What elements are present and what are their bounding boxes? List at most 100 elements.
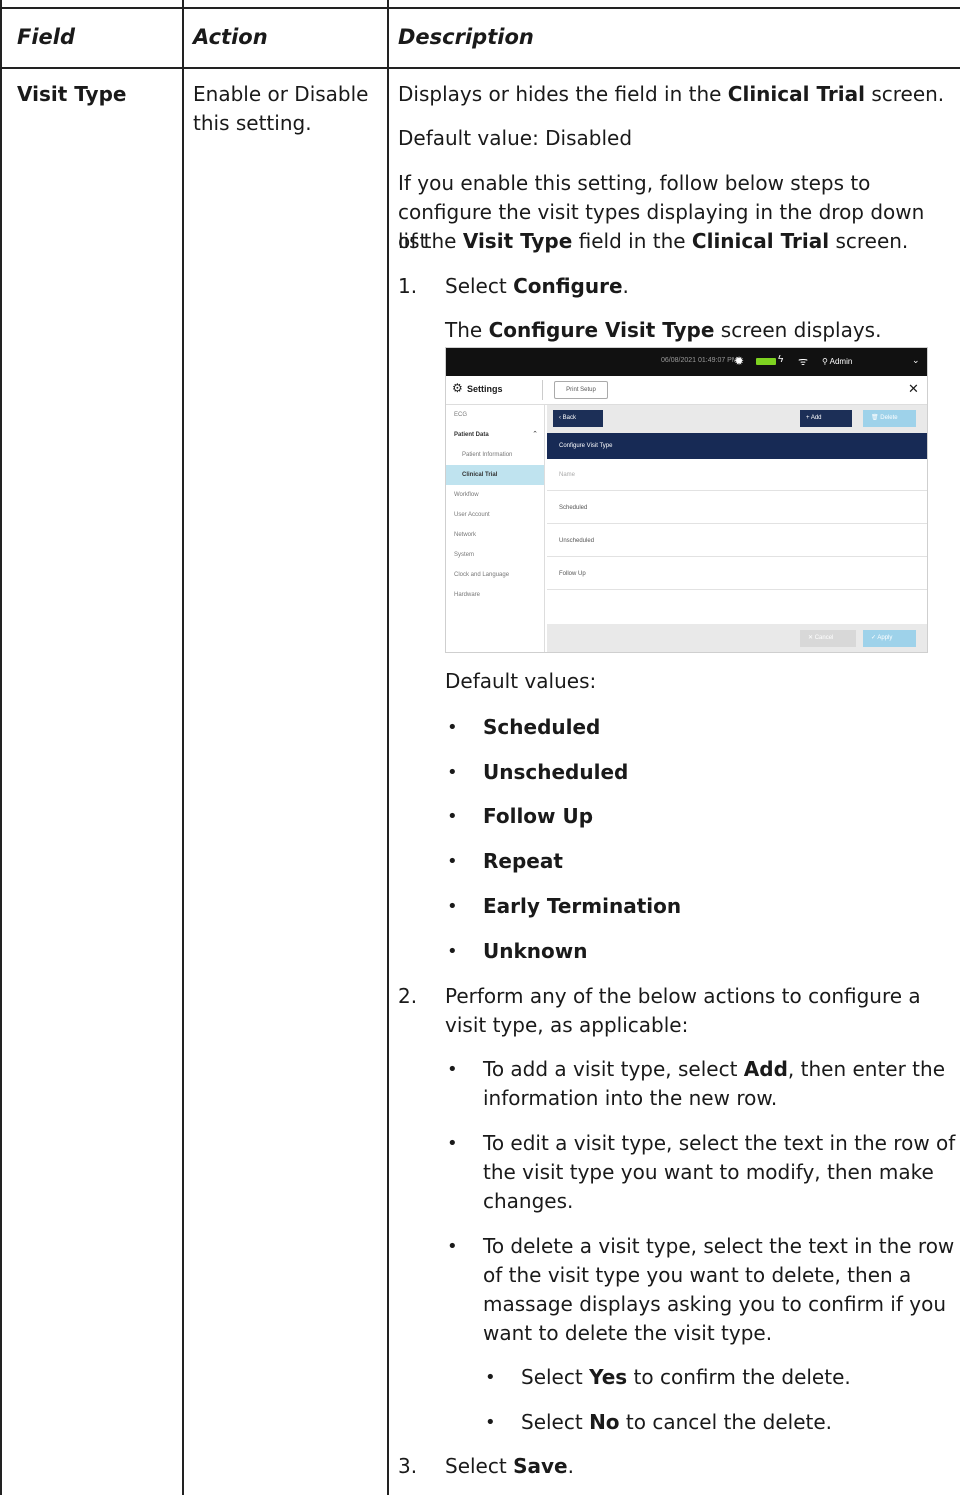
table-border-left [0,0,2,1495]
text-span: Displays or hides the field in the [398,82,728,106]
step-2-line-2: visit type, as applicable: [445,1013,689,1037]
action-line-2: this setting. [193,111,312,135]
step-1-subtext: The Configure Visit Type screen displays… [445,316,881,345]
col-divider-2 [387,0,389,1495]
settings-title: Settings [467,384,503,394]
bullet: • [447,1236,458,1257]
name-input-placeholder: Name [547,459,927,491]
divider [542,380,543,400]
default-unscheduled: Unscheduled [483,760,629,784]
bullet: • [447,1133,458,1154]
step-3-text: Select Save. [445,1452,574,1481]
bullet: • [447,762,458,783]
add-label: Add [810,415,822,421]
desc-para-1: Displays or hides the field in the Clini… [398,80,944,109]
bullet: • [447,851,458,872]
sidebar-item-user-account: User Account [454,512,490,518]
gear-icon: ⚙ [452,381,463,395]
text-span: Select [445,1454,514,1478]
text-span: , then enter the [787,1057,946,1081]
step-3-number: 3. [398,1454,418,1478]
bold-no: No [589,1410,620,1434]
sidebar-item-workflow: Workflow [454,492,479,498]
delete-line-3: massage displays asking you to confirm i… [483,1292,946,1316]
text-span: Select [445,274,514,298]
step-1-number: 1. [398,274,418,298]
brightness-icon: ✹ [734,354,745,368]
text-span: to cancel the delete. [619,1410,833,1434]
chevron-up-icon: ⌃ [532,431,538,438]
sidebar-item-hardware: Hardware [454,592,481,598]
close-icon: ✕ [908,381,919,396]
bold-clinical-trial: Clinical Trial [727,82,865,106]
header-field: Field [17,25,76,49]
sidebar-item-ecg: ECG [454,412,468,418]
text-span: of the [398,229,463,253]
bullet: • [485,1412,496,1433]
sidebar-item-clinical-trial: Clinical Trial [446,465,544,485]
edit-line-3: changes. [483,1189,574,1213]
bullet: • [447,896,458,917]
back-button: ‹ Back [553,410,603,427]
apply-button: ✓ Apply [863,630,916,647]
settings-main-panel: ‹ Back + Add 🗑 Delete Configure Visit Ty… [547,405,927,652]
default-unknown: Unknown [483,939,588,963]
action-line-1: Enable or Disable [193,82,369,106]
sidebar-item-clock-language: Clock and Language [454,572,510,578]
sidebar-item-network: Network [454,532,477,538]
field-visit-type: Visit Type [17,82,127,106]
configure-visit-type-screenshot: 06/08/2021 01:49:07 PM ✹ ϟ ᯤ ⚲ Admin ⌄ ⚙… [445,347,928,653]
text-span: field in the [572,229,692,253]
text-span: screen displays. [714,318,882,342]
bold-yes: Yes [589,1365,628,1389]
cancel-label: Cancel [814,635,834,641]
text-span: . [622,274,629,298]
bullet: • [447,1059,458,1080]
select-yes-line: Select Yes to confirm the delete. [521,1363,851,1392]
list-item: Unscheduled [547,525,927,557]
wifi-icon: ᯤ [798,356,809,368]
list-item: Follow Up [547,558,927,590]
add-line-1: To add a visit type, select Add, then en… [483,1055,945,1084]
text-span: screen. [829,229,909,253]
status-bar: 06/08/2021 01:49:07 PM ✹ ϟ ᯤ ⚲ Admin ⌄ [446,348,927,376]
delete-label: Delete [880,415,898,421]
step-1-text: Select Configure. [445,272,629,301]
edit-line-2: the visit type you want to modify, then … [483,1160,934,1184]
default-early-termination: Early Termination [483,894,682,918]
list-item: Scheduled [547,492,927,524]
delete-button: 🗑 Delete [863,410,916,427]
bold-save: Save [513,1454,568,1478]
desc-default-value: Default value: Disabled [398,126,633,150]
charging-icon: ϟ [778,354,784,365]
text-span: screen. [864,82,945,106]
bold-configure-visit-type: Configure Visit Type [488,318,715,342]
bold-add: Add [743,1057,788,1081]
header-divider [0,67,960,69]
default-repeat: Repeat [483,849,563,873]
bold-configure: Configure [513,274,623,298]
visit-type-list: Name Scheduled Unscheduled Follow Up [547,459,927,624]
bullet: • [447,806,458,827]
datetime: 06/08/2021 01:49:07 PM [661,357,738,364]
step-2-line-1: Perform any of the below actions to conf… [445,984,921,1008]
bold-clinical-trial: Clinical Trial [691,229,830,253]
header-description: Description [398,25,534,49]
edit-line-1: To edit a visit type, select the text in… [483,1131,956,1155]
delete-line-1: To delete a visit type, select the text … [483,1234,955,1258]
panel-title: Configure Visit Type [547,433,927,459]
add-line-2: information into the new row. [483,1086,778,1110]
table-top-border [0,7,960,9]
add-button: + Add [800,410,852,427]
text-span: To add a visit type, select [483,1057,744,1081]
text-span: . [567,1454,574,1478]
select-no-line: Select No to cancel the delete. [521,1408,832,1437]
settings-bar: ⚙ Settings Print Setup ✕ [446,376,927,405]
desc-para-3-line-1: If you enable this setting, follow below… [398,171,871,195]
desc-para-3-line-3: of the Visit Type field in the Clinical … [398,227,908,256]
apply-label: Apply [877,635,893,641]
user-name: Admin [829,357,853,366]
text-span: The [445,318,489,342]
sidebar-item-system: System [454,552,475,558]
print-setup-button: Print Setup [554,381,608,399]
